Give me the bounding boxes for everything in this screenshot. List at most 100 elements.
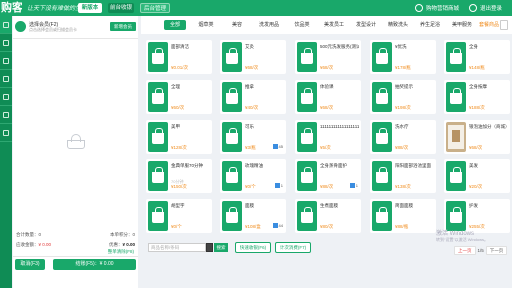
- product-name: 全身: [469, 44, 478, 49]
- tab-category[interactable]: 饮品类: [290, 20, 314, 30]
- tab-category[interactable]: 全部: [164, 20, 186, 30]
- nav-item-settings[interactable]: [0, 124, 12, 142]
- shopping-bag-icon: [297, 42, 317, 72]
- product-card[interactable]: 全身蒸骨面护 ¥88/次 1: [295, 159, 361, 193]
- stats-icon: [3, 111, 9, 118]
- tab-category[interactable]: 精致洗头: [384, 20, 412, 30]
- product-card[interactable]: 美甲 ¥128/次: [146, 120, 212, 154]
- product-name: 艾灸: [245, 44, 254, 49]
- product-card[interactable]: 全身 ¥148/瓶: [444, 40, 510, 74]
- nav-item-member[interactable]: [0, 34, 12, 52]
- product-card[interactable]: 金典单服70分钟 70分钟 ¥150/次: [146, 159, 212, 193]
- top-bar: 购客 让天下没有难做的生意 新版本 前台收银 后台管理 购物营销商城 退出登录: [0, 0, 512, 16]
- tab-category[interactable]: 美甲服务: [448, 20, 476, 30]
- product-card[interactable]: 全身按摩 ¥188/次: [444, 80, 510, 114]
- product-price: ¥0/个: [245, 184, 256, 189]
- count-card-button[interactable]: 计次消费(F7): [275, 242, 311, 253]
- stock-badge: 1: [349, 183, 358, 189]
- product-card[interactable]: 500元洗发服务(测试用) ¥68/次: [295, 40, 361, 74]
- shopping-bag-icon: [446, 82, 466, 112]
- shopping-bag-icon: [148, 82, 168, 112]
- next-page-button[interactable]: 下一页: [485, 246, 508, 255]
- tab-category[interactable]: 美发员工: [320, 20, 348, 30]
- avatar: [15, 21, 26, 32]
- product-name: 全身按摩: [469, 84, 487, 89]
- product-card[interactable]: 面膜 ¥108/盒 44: [220, 199, 286, 233]
- product-card[interactable]: 阳阳面部浴池里面 ¥138/次: [370, 159, 436, 193]
- shopping-bag-icon: [148, 161, 168, 191]
- store-name[interactable]: 购物营销商城: [426, 4, 459, 12]
- tab-category[interactable]: 养生足浴: [416, 20, 444, 30]
- shopping-bag-icon: [222, 42, 242, 72]
- product-card[interactable]: 面部清洁 ¥0.01/次: [146, 40, 212, 74]
- shopping-bag-icon: [297, 82, 317, 112]
- cancel-button[interactable]: 取消(F3): [15, 259, 45, 270]
- tab-category[interactable]: 洗发用品: [254, 20, 284, 30]
- shopping-bag-icon: [222, 201, 242, 231]
- top-right-area: 购物营销商城 退出登录: [414, 3, 512, 13]
- product-photo: [446, 122, 466, 152]
- prev-page-button[interactable]: 上一页: [454, 246, 476, 255]
- tab-cashier[interactable]: 前台收银: [108, 3, 134, 13]
- new-version-button[interactable]: 新版本: [78, 3, 102, 13]
- product-card[interactable]: 抽奖提示 ¥198/次: [370, 80, 436, 114]
- product-price: ¥40/次: [245, 105, 259, 110]
- product-name: 护发: [469, 203, 478, 208]
- product-card[interactable]: ¥优洗 ¥178/瓶: [370, 40, 436, 74]
- nav-item-cashier[interactable]: [0, 16, 12, 34]
- logout-button[interactable]: 退出登录: [480, 4, 502, 12]
- product-card[interactable]: 银泡油加分（商城） ¥68/次: [444, 120, 510, 154]
- product-name: 可乐: [245, 124, 254, 129]
- product-card[interactable]: 生煮面膜 ¥80/次: [295, 199, 361, 233]
- nav-item-orders[interactable]: [0, 70, 12, 88]
- product-price: ¥88/次: [395, 145, 409, 150]
- empty-basket-icon: [65, 134, 87, 150]
- product-card[interactable]: 玫瑰精油 ¥0/个 1: [220, 159, 286, 193]
- tab-category[interactable]: 烟草类: [194, 20, 218, 30]
- recharge-icon: [3, 57, 9, 64]
- product-price: ¥20/次: [469, 184, 483, 189]
- product-card[interactable]: 胡型字 ¥0/个: [146, 199, 212, 233]
- product-price: ¥138/次: [395, 184, 411, 189]
- product-card[interactable]: 简面面膜 ¥88/瓶: [370, 199, 436, 233]
- checkout-button[interactable]: 结账(F5)：¥ 0.00: [53, 259, 136, 270]
- cart-panel: 选择会员(F2) 点击选择会员或扫描会员卡 新增会员 整单清除(F8) 合计数量…: [13, 16, 138, 288]
- search-button[interactable]: 搜索: [214, 243, 228, 252]
- product-name: 抽奖提示: [395, 84, 413, 89]
- product-name: 玫瑰精油: [245, 163, 263, 168]
- product-price: ¥68/次: [245, 65, 259, 70]
- product-card[interactable]: 可乐 ¥3/瓶 45: [220, 120, 286, 154]
- add-member-button[interactable]: 新增会员: [110, 22, 136, 31]
- nav-item-goods[interactable]: [0, 88, 12, 106]
- quick-cashier-button[interactable]: 快速收银(F6): [235, 242, 271, 253]
- product-card[interactable]: 艾灸 ¥68/次: [220, 40, 286, 74]
- logout-icon: [468, 4, 477, 12]
- nav-item-recharge[interactable]: [0, 52, 12, 70]
- product-card[interactable]: 111111111111111111 ¥5/次: [295, 120, 361, 154]
- product-price: ¥108/盒: [245, 224, 261, 229]
- product-name: 500元洗发服务(测试用): [320, 44, 359, 49]
- search-input[interactable]: 商品名称/条码: [148, 243, 206, 252]
- product-card[interactable]: 洗水疗 ¥88/次: [370, 120, 436, 154]
- tab-backend[interactable]: 后台管理: [140, 3, 170, 13]
- nav-item-stats[interactable]: [0, 106, 12, 124]
- product-card[interactable]: 全理 ¥60/次: [146, 80, 212, 114]
- member-select[interactable]: 选择会员(F2) 点击选择会员或扫描会员卡 新增会员: [15, 20, 136, 34]
- product-name: 面部清洁: [171, 44, 189, 49]
- app-logo: 购客: [1, 2, 22, 14]
- orders-icon: [3, 75, 9, 82]
- product-card[interactable]: 美发 ¥20/次: [444, 159, 510, 193]
- product-price: ¥68/次: [320, 105, 334, 110]
- scan-icon[interactable]: [206, 243, 213, 252]
- product-card[interactable]: 推拿 ¥40/次: [220, 80, 286, 114]
- cashier-icon: [3, 21, 9, 28]
- tab-category[interactable]: 套餐商品: [478, 20, 500, 30]
- shopping-bag-icon: [148, 122, 168, 152]
- tabs-next-icon[interactable]: [500, 20, 508, 30]
- settings-icon: [3, 129, 9, 136]
- product-price: ¥0/个: [171, 224, 182, 229]
- tab-category[interactable]: 美容: [226, 20, 248, 30]
- product-card[interactable]: 体验课 ¥68/次: [295, 80, 361, 114]
- store-icon: [414, 4, 423, 12]
- tab-category[interactable]: 发型设计: [352, 20, 380, 30]
